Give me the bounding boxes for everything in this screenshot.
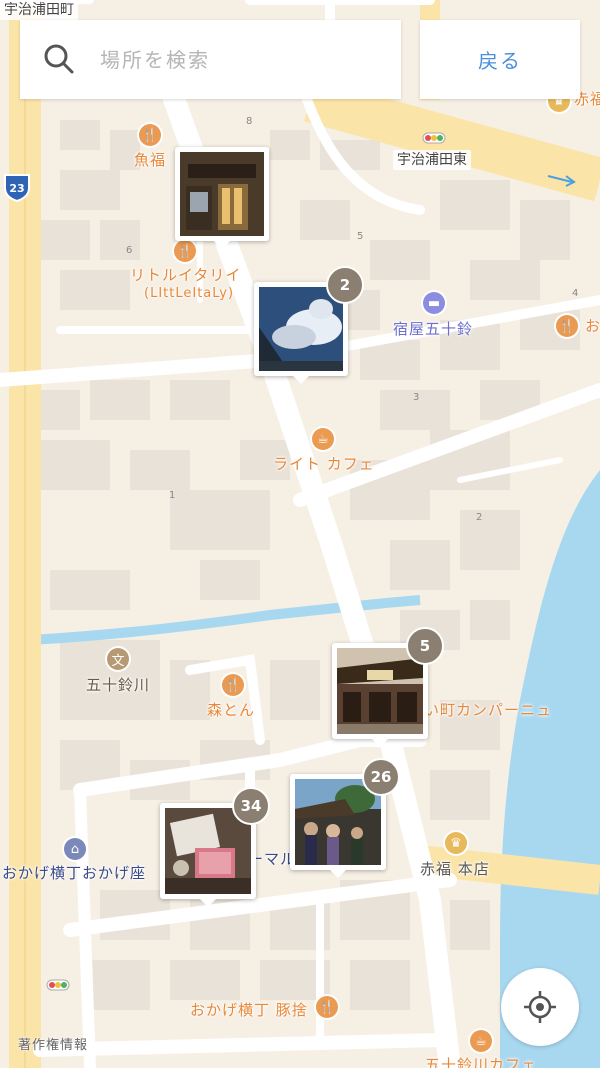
block-number: 1 bbox=[169, 490, 176, 501]
road-label-ujiurata: 宇治浦田町 bbox=[0, 0, 78, 20]
back-button[interactable]: 戻る bbox=[420, 20, 580, 99]
map-base bbox=[0, 0, 600, 1068]
photo-cluster-pin[interactable]: 5 bbox=[332, 627, 444, 747]
photo-thumbnail bbox=[259, 287, 343, 371]
search-icon bbox=[44, 44, 74, 74]
poi-label-light-cafe[interactable]: ライト カフェ bbox=[273, 455, 375, 473]
cafe-cup-icon[interactable]: ☕ bbox=[312, 428, 334, 450]
crosshair-icon bbox=[524, 991, 556, 1023]
photo-cluster-pin[interactable] bbox=[175, 147, 269, 249]
block-number: 3 bbox=[413, 392, 420, 403]
museum-icon[interactable]: ⌂ bbox=[64, 838, 86, 860]
bed-icon[interactable]: ▬ bbox=[423, 292, 445, 314]
photo-thumbnail bbox=[337, 648, 423, 734]
photo-count-badge: 34 bbox=[232, 787, 270, 825]
photo-cluster-pin[interactable]: 26 bbox=[290, 758, 400, 878]
poi-label-uofuku[interactable]: 魚福 bbox=[134, 151, 166, 169]
poi-label-isuzugawa[interactable]: 五十鈴川 bbox=[86, 676, 150, 694]
block-number: 5 bbox=[357, 231, 364, 242]
road-label-intersection: 宇治浦田東 bbox=[393, 150, 471, 170]
poi-label-moriton[interactable]: 森とん bbox=[207, 701, 255, 719]
photo-cluster-pin[interactable]: 34 bbox=[160, 787, 270, 907]
current-location-button[interactable] bbox=[501, 968, 579, 1046]
photo-thumbnail bbox=[165, 808, 251, 894]
photo-count-badge: 2 bbox=[326, 266, 364, 304]
block-number: 6 bbox=[126, 245, 133, 256]
poi-label-isuzugawa-cafe[interactable]: 五十鈴川カフェ bbox=[425, 1056, 537, 1068]
block-number: 4 bbox=[572, 288, 579, 299]
photo-cluster-pin[interactable]: 2 bbox=[254, 266, 364, 384]
block-number: 8 bbox=[246, 116, 253, 127]
poi-label-butasute[interactable]: おかげ横丁 豚捨 bbox=[190, 1001, 308, 1019]
search-input[interactable] bbox=[98, 44, 392, 76]
poi-label-okage-za[interactable]: おかげ横丁おかげ座 bbox=[2, 864, 146, 882]
poi-label-edge[interactable]: お bbox=[585, 317, 600, 335]
cafe-cup-icon[interactable]: ☕ bbox=[470, 1030, 492, 1052]
route-number: 23 bbox=[9, 182, 24, 195]
route-shield-icon: 23 bbox=[2, 172, 32, 203]
map-view[interactable]: 23 宇治浦田町 宇治浦田東 8 6 5 4 3 2 1 🍴 魚福 🍴 リトルイ… bbox=[0, 0, 600, 1068]
photo-thumbnail bbox=[180, 152, 264, 236]
poi-label-akafuku-honten[interactable]: 赤福 本店 bbox=[420, 860, 490, 878]
restaurant-icon[interactable]: 🍴 bbox=[316, 996, 338, 1018]
photo-count-badge: 5 bbox=[406, 627, 444, 665]
school-icon[interactable]: 文 bbox=[107, 648, 129, 670]
photo-thumbnail bbox=[295, 779, 381, 865]
poi-label-little-italy-en: (LIttLeItaLy) bbox=[144, 286, 235, 301]
restaurant-icon[interactable]: 🍴 bbox=[174, 240, 196, 262]
photo-count-badge: 26 bbox=[362, 758, 400, 796]
poi-label-isuzu-inn[interactable]: 宿屋五十鈴 bbox=[393, 320, 473, 338]
copyright-link[interactable]: 著作権情報 bbox=[18, 1034, 88, 1053]
block-number: 2 bbox=[476, 512, 483, 523]
restaurant-icon[interactable]: 🍴 bbox=[222, 674, 244, 696]
restaurant-icon[interactable]: 🍴 bbox=[556, 315, 578, 337]
poi-label-little-italy[interactable]: リトルイタリイ bbox=[130, 266, 241, 284]
poi-label-campagne[interactable]: い町カンパーニュ bbox=[424, 701, 552, 719]
search-bar[interactable] bbox=[20, 20, 401, 99]
restaurant-icon[interactable]: 🍴 bbox=[139, 124, 161, 146]
crown-icon[interactable]: ♛ bbox=[445, 832, 467, 854]
